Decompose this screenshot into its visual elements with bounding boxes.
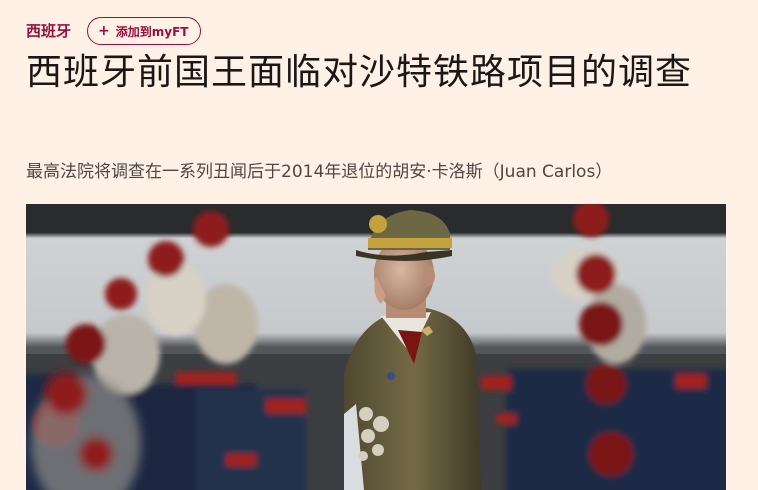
article-standfirst: 最高法院将调查在一系列丑闻后于2014年退位的胡安·卡洛斯（Juan Carlo…: [26, 162, 613, 182]
section-link[interactable]: 西班牙: [26, 16, 71, 46]
plus-icon: +: [98, 23, 110, 39]
add-to-myft-label: 添加到myFT: [115, 24, 189, 39]
add-to-myft-button[interactable]: + 添加到myFT: [87, 17, 202, 45]
photo-illustration: [26, 204, 726, 490]
article-page: 西班牙 + 添加到myFT 西班牙前国王面临对沙特铁路项目的调查 最高法院将调查…: [0, 0, 758, 490]
article-topbar: 西班牙 + 添加到myFT: [26, 16, 202, 46]
article-headline: 西班牙前国王面临对沙特铁路项目的调查: [26, 52, 693, 93]
article-main-image: [26, 204, 726, 490]
